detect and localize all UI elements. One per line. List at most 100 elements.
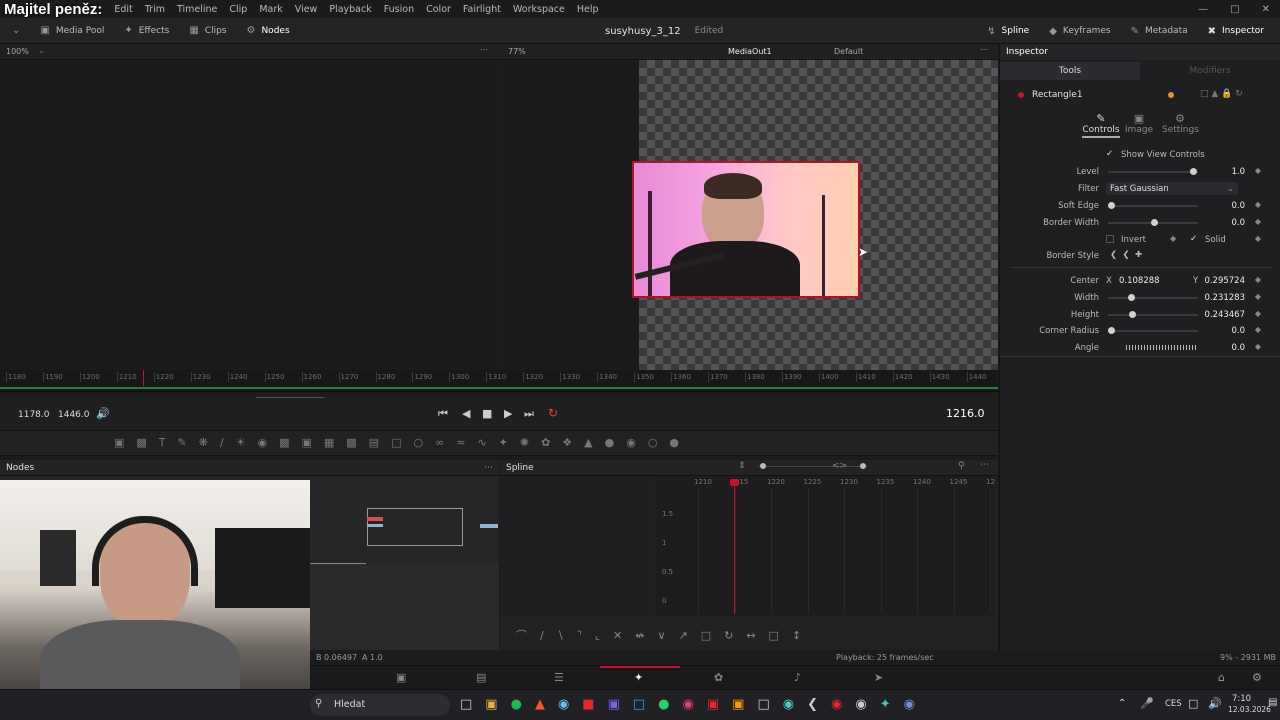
- home-icon[interactable]: ⌂: [1218, 671, 1225, 684]
- viewer-zoom[interactable]: 77%: [508, 47, 526, 56]
- keyframe-icon[interactable]: ◆: [1255, 234, 1261, 243]
- volume-icon[interactable]: 🔊: [1208, 697, 1222, 710]
- menu-view[interactable]: View: [289, 4, 324, 15]
- node-tool-icons[interactable]: □ ▲ 🔒 ↻: [1200, 89, 1243, 99]
- level-value[interactable]: 1.0: [1231, 167, 1245, 177]
- border-width-slider[interactable]: [1108, 219, 1198, 226]
- gear-icon[interactable]: ⚙: [1252, 671, 1262, 684]
- subtab-settings[interactable]: ⚙ Settings: [1162, 112, 1199, 135]
- viewer-more-icon[interactable]: ⋯: [980, 45, 988, 54]
- node-rectangle1[interactable]: [367, 517, 383, 521]
- menu-workspace[interactable]: Workspace: [507, 4, 571, 15]
- menu-playback[interactable]: Playback: [323, 4, 377, 15]
- go-to-end-icon[interactable]: ⏭: [524, 407, 534, 421]
- chevron-down-icon[interactable]: ⌄: [38, 46, 45, 55]
- taskbar-app-icons[interactable]: □▣●▲◉■▣□●◉▣▣□◉❮◉◉✦◉: [460, 697, 928, 712]
- menu-fairlight[interactable]: Fairlight: [457, 4, 507, 15]
- subtab-image[interactable]: ▣ Image: [1124, 112, 1154, 135]
- level-slider-knob[interactable]: [1189, 168, 1197, 175]
- language-indicator[interactable]: CES: [1165, 699, 1182, 709]
- render-end-field[interactable]: 1446.0: [58, 410, 90, 420]
- left-viewer-zoom[interactable]: 100%: [6, 47, 29, 56]
- chevron-updown-icon[interactable]: ⇕: [738, 461, 746, 471]
- keyframe-icon[interactable]: ◆: [1255, 166, 1261, 175]
- maximize-icon[interactable]: □: [1230, 4, 1239, 15]
- menu-clip[interactable]: Clip: [223, 4, 253, 15]
- keyframe-icon[interactable]: ◆: [1255, 342, 1261, 351]
- menu-timeline[interactable]: Timeline: [171, 4, 223, 15]
- corner-radius-slider-knob[interactable]: [1108, 327, 1115, 334]
- spline-panel[interactable]: Spline ⇕ <> ⚲ ⋯ 1210 1215 1220 1225 1230 1235…: [500, 460, 998, 650]
- rectangle-mask-preview[interactable]: [632, 161, 860, 298]
- left-viewer[interactable]: [0, 60, 499, 370]
- keyframes-button[interactable]: ◆ Keyframes: [1039, 18, 1120, 44]
- go-to-start-icon[interactable]: ⏮: [438, 407, 448, 421]
- soft-edge-slider[interactable]: [1108, 202, 1198, 209]
- menu-color[interactable]: Color: [420, 4, 457, 15]
- invert-checkbox[interactable]: [1106, 235, 1114, 243]
- audio-icon[interactable]: 🔊: [96, 407, 110, 420]
- clock-time[interactable]: 7:10: [1232, 694, 1251, 704]
- minimize-icon[interactable]: —: [1198, 4, 1208, 15]
- spline-button[interactable]: ↯ Spline: [977, 18, 1039, 44]
- playhead[interactable]: [143, 370, 144, 386]
- deliver-page-icon[interactable]: ➤: [874, 671, 883, 684]
- spline-zoom-knob[interactable]: [760, 463, 766, 469]
- solid-checkbox[interactable]: ✓: [1190, 234, 1197, 244]
- keyframe-icon[interactable]: ◆: [1255, 292, 1261, 301]
- node-mediaout[interactable]: [367, 524, 383, 527]
- metadata-button[interactable]: ✎ Metadata: [1121, 18, 1198, 44]
- fusion-tool-icons[interactable]: ▣▩T✎❋∕☀◉▩▣▦▩▤□○∞≈∿✦✺✿❖▲●◉○●: [114, 436, 691, 449]
- node-header[interactable]: Rectangle1 □ ▲ 🔒 ↻: [1000, 88, 1280, 104]
- nodes-more-icon[interactable]: ⋯: [484, 463, 499, 473]
- time-ruler[interactable]: 1180 1190 1200 1210 1220 1230 1240 1250 1260 1270…: [0, 370, 998, 392]
- spline-graph[interactable]: 1210 1215 1220 1225 1230 1235 1240 1245 12 1.5 1 0.…: [656, 476, 995, 616]
- main-viewer[interactable]: ➤: [500, 60, 998, 370]
- node-navigator[interactable]: [367, 508, 463, 546]
- center-y-value[interactable]: 0.295724: [1204, 276, 1245, 286]
- spline-zoom-track[interactable]: [758, 466, 868, 467]
- node-version-dot[interactable]: [1168, 92, 1174, 98]
- inspector-button[interactable]: ✖ Inspector: [1198, 18, 1280, 44]
- corner-radius-slider[interactable]: [1108, 327, 1198, 334]
- menu-help[interactable]: Help: [571, 4, 605, 15]
- level-slider[interactable]: [1108, 168, 1198, 175]
- width-slider-knob[interactable]: [1127, 294, 1135, 301]
- spline-playhead-handle[interactable]: [730, 479, 739, 486]
- filter-select[interactable]: Fast Gaussian ⌄: [1106, 182, 1238, 195]
- menu-edit[interactable]: Edit: [108, 4, 138, 15]
- play-icon[interactable]: ▶: [504, 407, 512, 420]
- node-media[interactable]: [480, 524, 498, 528]
- keyframe-icon[interactable]: ◆: [1255, 325, 1261, 334]
- edit-page-icon[interactable]: ☰: [554, 671, 564, 684]
- menu-trim[interactable]: Trim: [139, 4, 171, 15]
- spline-zoom-knob-2[interactable]: [860, 463, 866, 469]
- media-page-icon[interactable]: ▣: [396, 671, 406, 684]
- width-value[interactable]: 0.231283: [1204, 293, 1245, 303]
- spline-tree[interactable]: [500, 476, 655, 616]
- render-start-field[interactable]: 1178.0: [18, 410, 50, 420]
- soft-edge-value[interactable]: 0.0: [1231, 201, 1245, 211]
- angle-value[interactable]: 0.0: [1231, 343, 1245, 353]
- fairlight-page-icon[interactable]: ♪: [794, 671, 801, 684]
- height-slider-knob[interactable]: [1128, 311, 1136, 318]
- center-x-value[interactable]: 0.108288: [1119, 276, 1160, 286]
- expand-button[interactable]: ⌄: [0, 18, 30, 44]
- keyframe-icon[interactable]: ◆: [1255, 217, 1261, 226]
- current-frame-field[interactable]: 1216.0: [946, 407, 985, 420]
- spline-playhead[interactable]: [734, 482, 735, 614]
- corner-radius-value[interactable]: 0.0: [1231, 326, 1245, 336]
- border-width-slider-knob[interactable]: [1151, 219, 1158, 226]
- more-options-icon[interactable]: ⋯: [480, 45, 488, 54]
- menu-fusion[interactable]: Fusion: [378, 4, 420, 15]
- keyframe-icon[interactable]: ◆: [1170, 234, 1176, 243]
- height-slider[interactable]: [1108, 311, 1198, 318]
- close-icon[interactable]: ✕: [1262, 4, 1270, 15]
- width-slider[interactable]: [1108, 294, 1198, 301]
- angle-thumbwheel[interactable]: [1126, 345, 1196, 350]
- clips-button[interactable]: ▦ Clips: [179, 18, 236, 44]
- chevron-up-icon[interactable]: ⌃: [1118, 698, 1126, 709]
- spline-tool-icons[interactable]: ⌒∕∖⌝⌞✕↮∨↗□↻↔□↕: [500, 624, 998, 646]
- border-style-options[interactable]: ❮ ❮ ✚: [1110, 250, 1142, 260]
- spline-more-icon[interactable]: ⋯: [980, 460, 989, 470]
